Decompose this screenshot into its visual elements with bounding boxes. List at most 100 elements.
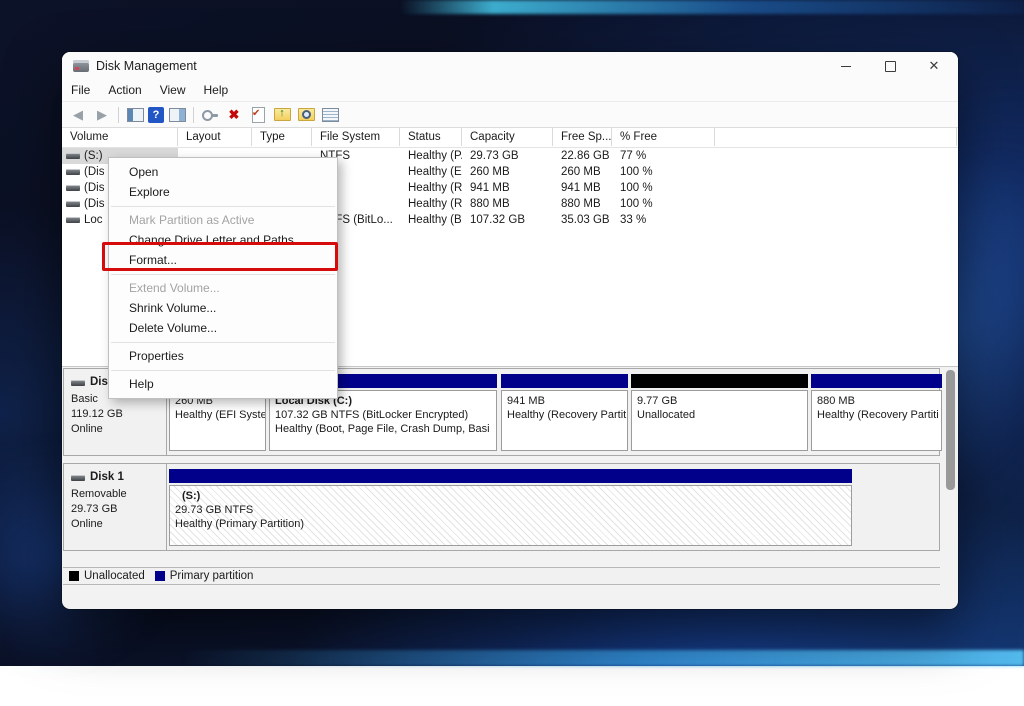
context-menu-item-open[interactable]: Open bbox=[109, 162, 337, 182]
open-folder-icon[interactable] bbox=[271, 105, 293, 125]
desktop-wallpaper: Disk Management ✕ FileActionViewHelp Vol… bbox=[0, 0, 1024, 666]
context-menu-item-explore[interactable]: Explore bbox=[109, 182, 337, 202]
partition-9-77-gb[interactable]: 9.77 GBUnallocated bbox=[631, 390, 808, 451]
primary-partition-bar bbox=[501, 374, 628, 388]
disk-kind: Removable bbox=[71, 487, 166, 502]
cell-pct: 100 % bbox=[612, 180, 715, 196]
action-pane-icon[interactable] bbox=[166, 105, 188, 125]
delete-volume-icon[interactable] bbox=[223, 105, 245, 125]
legend-label: Unallocated bbox=[84, 570, 145, 582]
cell-pct: 100 % bbox=[612, 196, 715, 212]
cell-free: 35.03 GB bbox=[553, 212, 612, 228]
rescan-icon[interactable] bbox=[199, 105, 221, 125]
cell-capacity: 107.32 GB bbox=[462, 212, 553, 228]
context-menu-separator bbox=[109, 366, 337, 374]
forward-icon[interactable] bbox=[91, 105, 113, 125]
volume-icon bbox=[66, 201, 80, 207]
cell-status: Healthy (P... bbox=[400, 148, 462, 164]
cell-free: 22.86 GB bbox=[553, 148, 612, 164]
disk-state: Online bbox=[71, 517, 166, 532]
partition-legend: Unallocated Primary partition bbox=[63, 567, 940, 585]
cell-status: Healthy (R... bbox=[400, 180, 462, 196]
context-menu-item-change-drive-letter-and-paths[interactable]: Change Drive Letter and Paths... bbox=[109, 230, 337, 250]
column-header-status[interactable]: Status bbox=[400, 128, 462, 146]
toolbar-separator bbox=[118, 107, 119, 123]
column-header-type[interactable]: Type bbox=[252, 128, 312, 146]
menubar-item-view[interactable]: View bbox=[151, 80, 195, 100]
volume-icon bbox=[66, 185, 80, 191]
cell-status: Healthy (E... bbox=[400, 164, 462, 180]
disk-icon bbox=[71, 380, 85, 386]
column-header-capacity[interactable]: Capacity bbox=[462, 128, 553, 146]
volume-icon bbox=[66, 169, 80, 175]
partition-880-mb[interactable]: 880 MBHealthy (Recovery Partiti bbox=[811, 390, 942, 451]
cell-capacity: 880 MB bbox=[462, 196, 553, 212]
legend-swatch-unallocated bbox=[69, 571, 79, 581]
toolbar bbox=[62, 102, 958, 128]
menubar-item-help[interactable]: Help bbox=[195, 80, 238, 100]
column-header-free-sp-[interactable]: Free Sp... bbox=[553, 128, 612, 146]
disk-management-icon bbox=[73, 60, 89, 72]
context-menu-item-shrink-volume[interactable]: Shrink Volume... bbox=[109, 298, 337, 318]
mark-active-icon[interactable] bbox=[247, 105, 269, 125]
cell-free: 880 MB bbox=[553, 196, 612, 212]
partition-260-mb[interactable]: 260 MBHealthy (EFI System bbox=[169, 390, 266, 451]
explore-folder-icon[interactable] bbox=[295, 105, 317, 125]
maximize-button[interactable] bbox=[870, 52, 910, 80]
cell-pct: 77 % bbox=[612, 148, 715, 164]
volume-list-header: VolumeLayoutTypeFile SystemStatusCapacit… bbox=[62, 128, 958, 148]
close-button[interactable]: ✕ bbox=[914, 52, 954, 80]
partition-local-disk-c-[interactable]: Local Disk (C:)107.32 GB NTFS (BitLocker… bbox=[269, 390, 497, 451]
unallocated-bar bbox=[631, 374, 808, 388]
context-menu-item-properties[interactable]: Properties bbox=[109, 346, 337, 366]
legend-label: Primary partition bbox=[170, 570, 254, 582]
wallpaper-top-streak bbox=[400, 0, 1024, 14]
partition-941-mb[interactable]: 941 MBHealthy (Recovery Partit bbox=[501, 390, 628, 451]
help-icon[interactable] bbox=[148, 107, 164, 123]
disk-label[interactable]: Disk 1Removable29.73 GBOnline bbox=[64, 464, 167, 550]
menu-bar: FileActionViewHelp bbox=[62, 80, 958, 102]
cell-free: 260 MB bbox=[553, 164, 612, 180]
console-tree-icon[interactable] bbox=[124, 105, 146, 125]
volume-context-menu: OpenExploreMark Partition as ActiveChang… bbox=[108, 157, 338, 399]
partition-info-line: Unallocated bbox=[637, 408, 802, 422]
menubar-item-action[interactable]: Action bbox=[99, 80, 150, 100]
vertical-scrollbar-thumb[interactable] bbox=[946, 370, 955, 490]
menubar-item-file[interactable]: File bbox=[62, 80, 99, 100]
minimize-button[interactable] bbox=[826, 52, 866, 80]
titlebar[interactable]: Disk Management ✕ bbox=[62, 52, 958, 80]
back-icon[interactable] bbox=[67, 105, 89, 125]
properties-icon[interactable] bbox=[319, 105, 341, 125]
column-header-layout[interactable]: Layout bbox=[178, 128, 252, 146]
primary-partition-bar bbox=[811, 374, 942, 388]
partition-title: (S:) bbox=[182, 489, 846, 503]
context-menu-separator bbox=[109, 202, 337, 210]
legend-swatch-primary-partition bbox=[155, 571, 165, 581]
context-menu-item-format[interactable]: Format... bbox=[109, 250, 337, 270]
partition-info-line: 107.32 GB NTFS (BitLocker Encrypted) bbox=[275, 408, 491, 422]
context-menu-separator bbox=[109, 338, 337, 346]
partition-info-line: Healthy (EFI System bbox=[175, 408, 260, 422]
partition--s-[interactable]: (S:)29.73 GB NTFSHealthy (Primary Partit… bbox=[169, 485, 852, 546]
cell-capacity: 29.73 GB bbox=[462, 148, 553, 164]
disk-state: Online bbox=[71, 422, 166, 437]
partition-info-line: 9.77 GB bbox=[637, 394, 802, 408]
toolbar-separator bbox=[193, 107, 194, 123]
column-header-volume[interactable]: Volume bbox=[62, 128, 178, 146]
partition-info-line: Healthy (Recovery Partit bbox=[507, 408, 622, 422]
disk-management-window: Disk Management ✕ FileActionViewHelp Vol… bbox=[62, 52, 958, 609]
disk-size: 29.73 GB bbox=[71, 502, 166, 517]
column-header-file-system[interactable]: File System bbox=[312, 128, 400, 146]
cell-capacity: 260 MB bbox=[462, 164, 553, 180]
column-header--free[interactable]: % Free bbox=[612, 128, 715, 146]
cell-status: Healthy (R... bbox=[400, 196, 462, 212]
context-menu-item-delete-volume[interactable]: Delete Volume... bbox=[109, 318, 337, 338]
cell-pct: 100 % bbox=[612, 164, 715, 180]
cell-status: Healthy (B... bbox=[400, 212, 462, 228]
context-menu-item-help[interactable]: Help bbox=[109, 374, 337, 394]
cell-free: 941 MB bbox=[553, 180, 612, 196]
partition-info-line: 880 MB bbox=[817, 394, 936, 408]
volume-icon bbox=[66, 153, 80, 159]
partition-info-line: Healthy (Recovery Partiti bbox=[817, 408, 936, 422]
column-header-filler bbox=[715, 128, 957, 146]
